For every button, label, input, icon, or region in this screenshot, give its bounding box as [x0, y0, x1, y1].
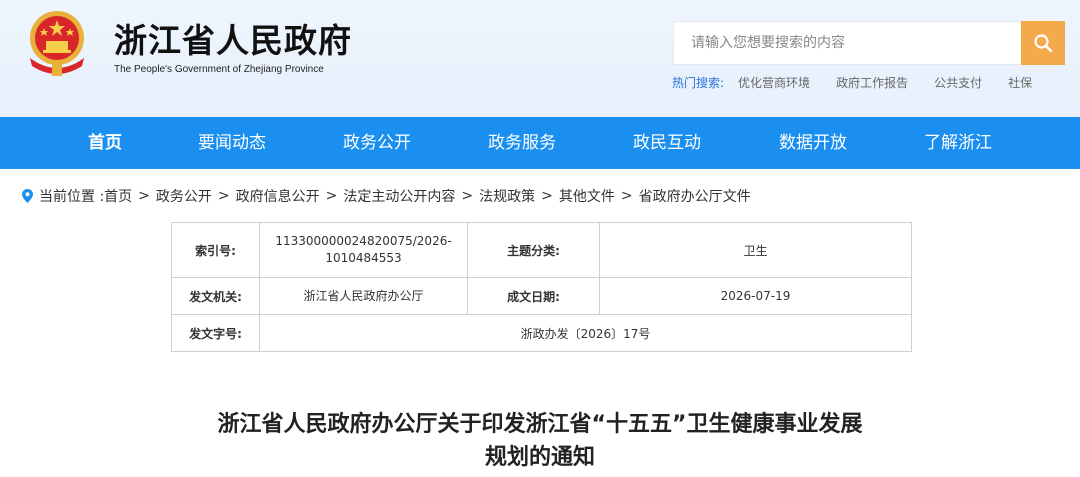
- document-title-line: 规划的通知: [484, 445, 595, 470]
- breadcrumb-separator: >: [325, 188, 338, 204]
- breadcrumb: 当前位置 : 首页 > 政务公开 > 政府信息公开 > 法定主动公开内容 > 法…: [22, 186, 751, 206]
- nav-item-interaction[interactable]: 政民互动: [633, 117, 701, 169]
- breadcrumb-item[interactable]: 省政府办公厅文件: [639, 186, 751, 206]
- nav-item-home[interactable]: 首页: [88, 117, 122, 169]
- location-pin-icon: [22, 189, 33, 203]
- document-title: 浙江省人民政府办公厅关于印发浙江省“十五五”卫生健康事业发展 规划的通知: [140, 408, 940, 474]
- hot-search-item[interactable]: 优化营商环境: [738, 74, 810, 91]
- breadcrumb-item[interactable]: 法定主动公开内容: [343, 186, 455, 206]
- breadcrumb-prefix: 当前位置 :: [39, 189, 105, 205]
- search-input[interactable]: [674, 22, 1021, 64]
- breadcrumb-item-home[interactable]: 首页: [104, 186, 132, 206]
- breadcrumb-separator: >: [541, 188, 553, 204]
- breadcrumb-separator: >: [461, 188, 474, 204]
- nav-item-news[interactable]: 要闻动态: [198, 117, 266, 169]
- breadcrumb-separator: >: [217, 188, 230, 204]
- search-icon: [1034, 34, 1053, 53]
- doc-number-value: 浙政办发〔2026〕17号: [259, 314, 912, 352]
- date-value: 2026-07-19: [599, 277, 912, 315]
- nav-item-about-zhejiang[interactable]: 了解浙江: [924, 117, 992, 169]
- nav-item-gov-affairs-open[interactable]: 政务公开: [343, 117, 411, 169]
- table-row: 索引号: 113300000024820075/2026-1010484553 …: [171, 222, 912, 278]
- site-title[interactable]: 浙江省人民政府: [114, 14, 352, 62]
- breadcrumb-item[interactable]: 政府信息公开: [236, 186, 320, 206]
- issuer-label: 发文机关:: [171, 277, 260, 315]
- hot-search-label: 热门搜索:: [672, 76, 725, 90]
- breadcrumb-item[interactable]: 政务公开: [156, 186, 212, 206]
- topic-label: 主题分类:: [467, 222, 600, 278]
- table-row: 发文机关: 浙江省人民政府办公厅 成文日期: 2026-07-19: [171, 277, 912, 315]
- breadcrumb-item[interactable]: 其他文件: [559, 186, 615, 206]
- hot-search-item[interactable]: 公共支付: [934, 74, 982, 91]
- search-box: [673, 21, 1021, 65]
- index-number-value: 113300000024820075/2026-1010484553: [259, 222, 468, 278]
- search-button[interactable]: [1021, 21, 1065, 65]
- topic-value: 卫生: [599, 222, 912, 278]
- nav-item-gov-services[interactable]: 政务服务: [488, 117, 556, 169]
- index-number-label: 索引号:: [171, 222, 260, 278]
- table-row: 发文字号: 浙政办发〔2026〕17号: [171, 314, 912, 352]
- hot-search-item[interactable]: 社保: [1008, 74, 1032, 91]
- nav-item-open-data[interactable]: 数据开放: [779, 117, 847, 169]
- issuer-value: 浙江省人民政府办公厅: [259, 277, 468, 315]
- national-emblem-icon[interactable]: [22, 8, 92, 80]
- site-subtitle: The People's Government of Zhejiang Prov…: [114, 64, 324, 75]
- date-label: 成文日期:: [467, 277, 600, 315]
- hot-search-item[interactable]: 政府工作报告: [836, 74, 908, 91]
- document-title-line: 浙江省人民政府办公厅关于印发浙江省“十五五”卫生健康事业发展: [217, 412, 863, 437]
- breadcrumb-separator: >: [138, 188, 150, 204]
- document-meta-table: 索引号: 113300000024820075/2026-1010484553 …: [171, 222, 912, 352]
- breadcrumb-item[interactable]: 法规政策: [479, 186, 535, 206]
- site-header: 浙江省人民政府 The People's Government of Zheji…: [0, 0, 1080, 117]
- main-nav: 首页 要闻动态 政务公开 政务服务 政民互动 数据开放 了解浙江: [0, 117, 1080, 169]
- breadcrumb-separator: >: [620, 188, 633, 204]
- doc-number-label: 发文字号:: [171, 314, 260, 352]
- hot-search: 热门搜索: 优化营商环境 政府工作报告 公共支付 社保: [672, 74, 1058, 91]
